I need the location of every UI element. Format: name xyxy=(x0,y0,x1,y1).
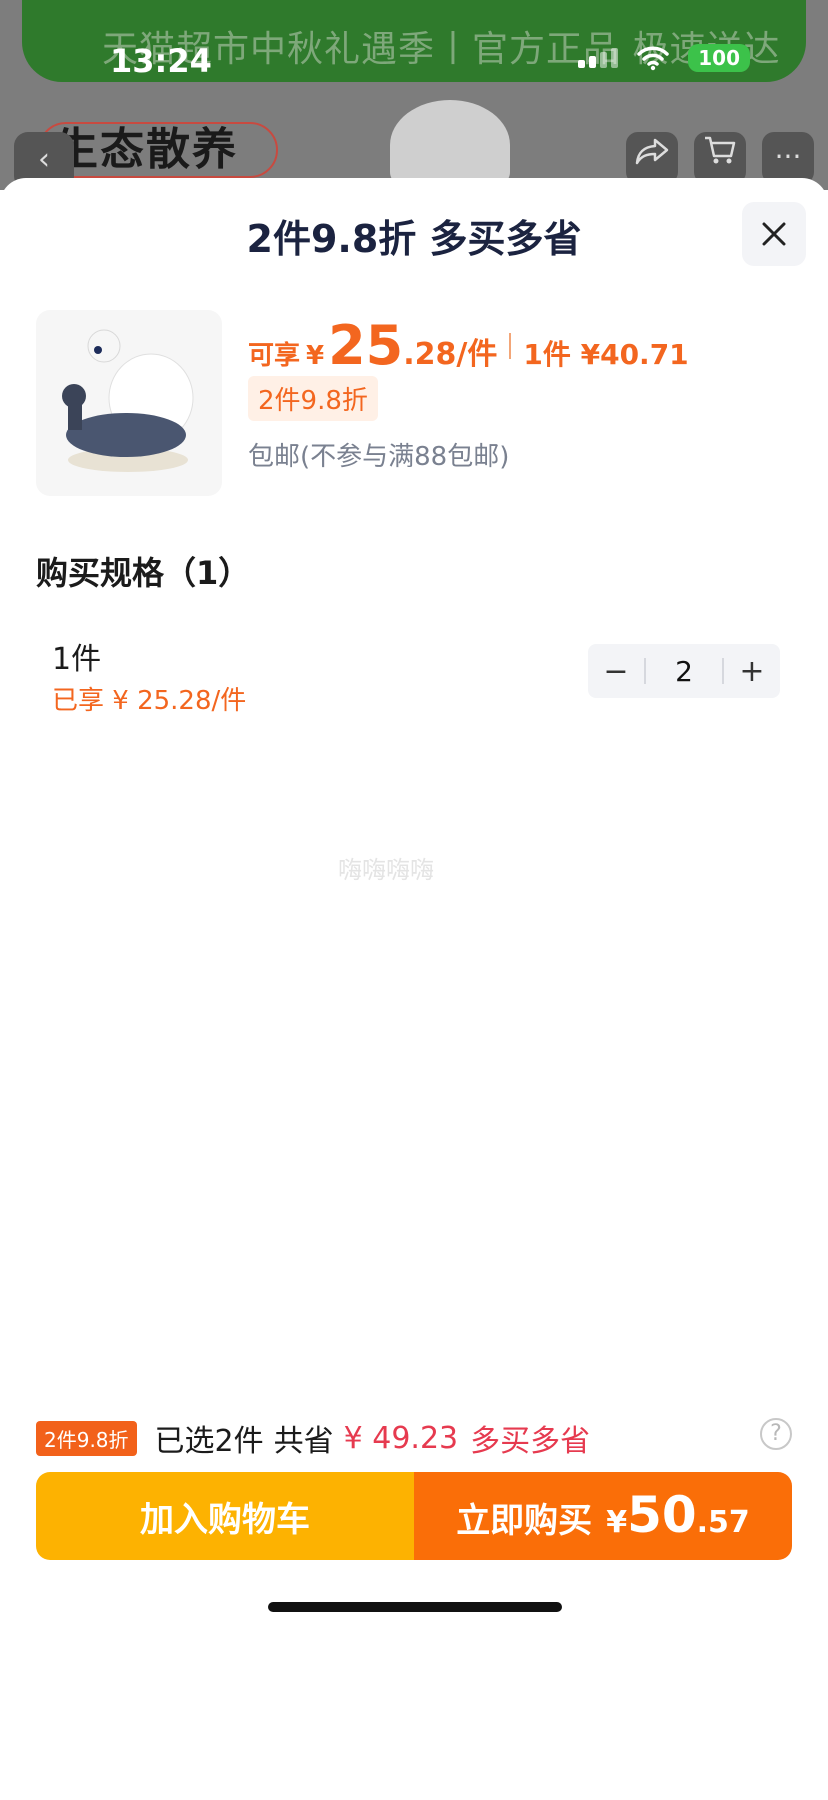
status-time: 13:24 xyxy=(110,42,212,80)
close-icon xyxy=(762,222,786,246)
spec-item-price: 已享 ¥ 25.28/件 xyxy=(52,686,247,716)
order-summary: 2件9.8折 已选2件 共省 ¥ 49.23 多买多省 xyxy=(36,1416,590,1460)
background-page: 天猫超市中秋礼遇季丨官方正品 极速送达 生态散养 ‹ ··· xyxy=(0,0,828,190)
price-currency: ¥ xyxy=(306,341,325,371)
increment-button[interactable]: + xyxy=(724,654,780,689)
sheet-title: 2件9.8折 多买多省 xyxy=(246,217,582,261)
add-to-cart-button[interactable]: 加入购物车 xyxy=(36,1472,414,1560)
share-icon[interactable] xyxy=(626,132,678,184)
spec-item-name[interactable]: 1件 xyxy=(52,634,101,678)
action-buttons: 加入购物车 立即购买 ¥ 50 .57 xyxy=(36,1472,792,1560)
buy-now-label: 立即购买 xyxy=(456,1501,593,1541)
save-label: 共省 xyxy=(273,1424,334,1459)
price-integer: 25 xyxy=(328,314,404,377)
home-indicator[interactable] xyxy=(268,1602,562,1612)
help-icon[interactable]: ? xyxy=(760,1418,792,1450)
buy-now-button[interactable]: 立即购买 ¥ 50 .57 xyxy=(414,1472,792,1560)
price-row: 可享 ¥ 25 .28/件 1件 ¥40.71 xyxy=(248,314,689,377)
signal-icon xyxy=(578,48,619,68)
shipping-info: 包邮(不参与满88包邮) xyxy=(248,442,510,472)
eco-tag: 生态散养 xyxy=(38,122,278,178)
price-decimal: .28/件 xyxy=(403,337,498,372)
quantity-value[interactable]: 2 xyxy=(646,655,722,688)
more-icon[interactable]: ··· xyxy=(762,132,814,184)
save-amount: ¥ 49.23 xyxy=(343,1420,459,1456)
price-label: 可享 xyxy=(248,341,301,371)
close-button[interactable] xyxy=(742,202,806,266)
buy-price-integer: 50 xyxy=(627,1486,697,1544)
background-product-image xyxy=(390,100,510,190)
price-divider xyxy=(509,332,512,359)
battery-indicator: 100 xyxy=(688,44,750,72)
buy-currency: ¥ xyxy=(606,1505,628,1540)
quantity-stepper: − 2 + xyxy=(588,644,780,698)
buy-more-label: 多买多省 xyxy=(470,1424,591,1459)
buy-price-decimal: .57 xyxy=(696,1505,750,1540)
wifi-icon xyxy=(637,46,669,71)
decrement-button[interactable]: − xyxy=(588,654,644,689)
discount-tag: 2件9.8折 xyxy=(248,376,378,421)
spec-title: 购买规格（1） xyxy=(36,554,251,592)
single-price: 1件 ¥40.71 xyxy=(523,338,689,371)
selected-count: 已选2件 xyxy=(154,1424,264,1459)
watermark: 嗨嗨嗨嗨 xyxy=(338,856,434,884)
cart-icon[interactable] xyxy=(694,132,746,184)
summary-badge: 2件9.8折 xyxy=(36,1420,137,1456)
status-icons: 100 xyxy=(578,44,750,72)
product-thumbnail xyxy=(36,310,222,496)
